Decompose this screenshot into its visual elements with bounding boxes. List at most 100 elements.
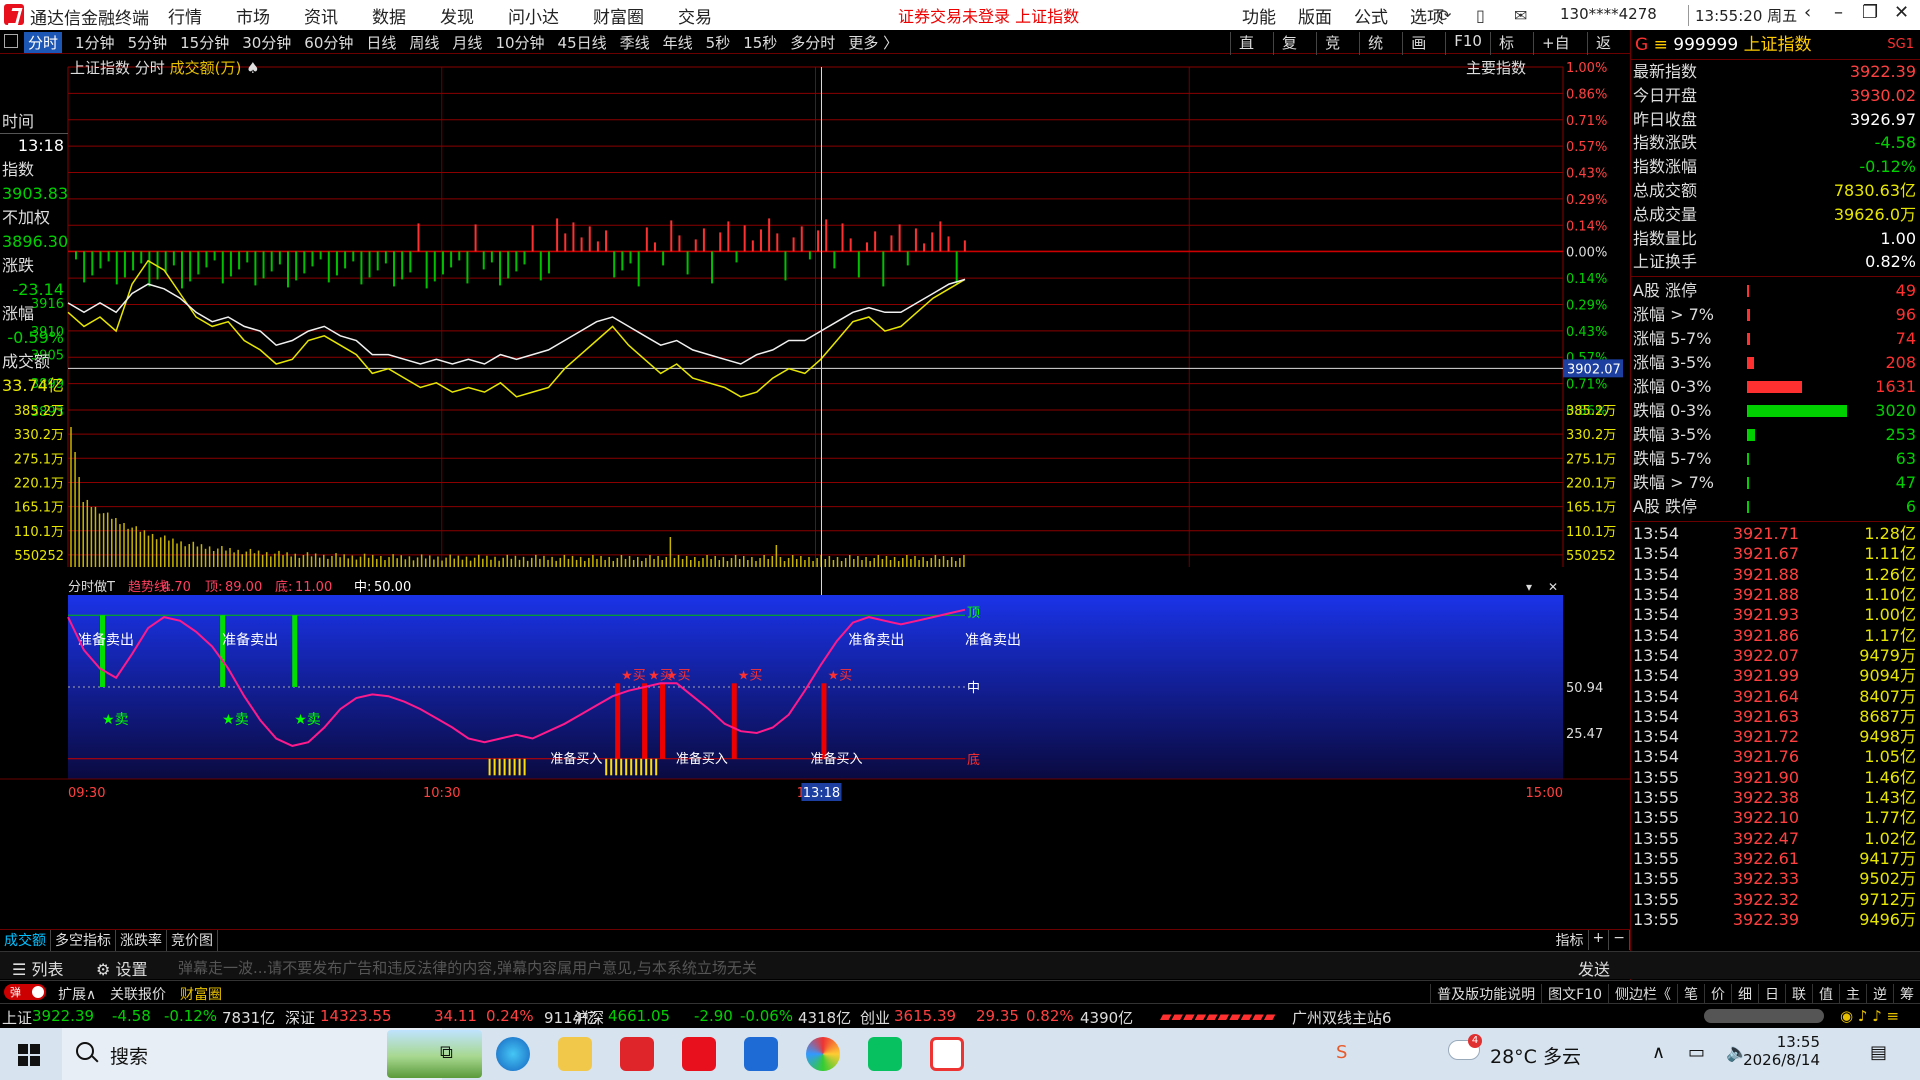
edge-icon[interactable] [496, 1037, 530, 1071]
tick-row[interactable]: 13:55 3922.33 9502万 [1631, 869, 1920, 889]
period-tab[interactable]: 年线 [663, 32, 693, 53]
footer-link[interactable]: 普及版功能说明 [1430, 984, 1541, 1004]
menu-item-quotes[interactable]: 行情 [168, 3, 202, 28]
menu-item-function[interactable]: 功能 [1242, 3, 1276, 28]
windows-start-icon[interactable] [18, 1044, 40, 1066]
tick-row[interactable]: 13:54 3921.88 1.10亿 [1631, 585, 1920, 605]
tick-row[interactable]: 13:55 3921.90 1.46亿 [1631, 768, 1920, 788]
footer-link[interactable]: 筹 [1893, 984, 1920, 1004]
period-tab[interactable]: 45日线 [558, 32, 607, 53]
tick-row[interactable]: 13:54 3921.64 8407万 [1631, 687, 1920, 707]
taskbar-search[interactable]: 搜索 [62, 1028, 482, 1080]
tick-row[interactable]: 13:54 3921.93 1.00亿 [1631, 605, 1920, 625]
tick-row[interactable]: 13:54 3921.63 8687万 [1631, 707, 1920, 727]
menu-item-wealth[interactable]: 财富圈 [593, 3, 644, 28]
back-icon[interactable]: ‹ [1804, 2, 1811, 23]
period-tab[interactable]: 1分钟 [75, 32, 115, 53]
tdx-app-icon[interactable] [682, 1037, 716, 1071]
period-tab[interactable]: 日线 [366, 32, 396, 53]
footer-link[interactable]: 值 [1812, 984, 1839, 1004]
input-method-icon[interactable]: S [1336, 1042, 1347, 1063]
wealth-circle-button[interactable]: 财富圈 [180, 984, 222, 1004]
taskbar-clock[interactable]: 13:55 2026/8/14 [1740, 1033, 1820, 1069]
intraday-chart-svg[interactable]: 1.00% 0.86% 0.71% 0.57% 0.43% 0.29% 0.14% 0.00%… [0, 55, 1630, 925]
footer-link[interactable]: 笔 [1677, 984, 1704, 1004]
period-tab[interactable]: 更多 〉 [848, 32, 898, 53]
meeting-app-icon[interactable] [744, 1037, 778, 1071]
period-tab[interactable]: 分时 [24, 32, 63, 53]
tick-list[interactable]: 13:54 3921.71 1.28亿 13:54 3921.67 1.11亿 13:54 3… [1631, 522, 1920, 930]
menu-item-discover[interactable]: 发现 [440, 3, 474, 28]
period-tab[interactable]: 30分钟 [242, 32, 291, 53]
menu-item-news[interactable]: 资讯 [304, 3, 338, 28]
notifications-icon[interactable]: ▤ [1870, 1042, 1887, 1063]
danmaku-input[interactable]: 弹幕走一波...请不要发布广告和违反法律的内容,弹幕内容属用户意见,与本系统立场… [178, 957, 757, 978]
tick-row[interactable]: 13:54 3921.86 1.17亿 [1631, 626, 1920, 646]
chart-metric[interactable]: 成交额(万) [170, 59, 242, 77]
wechat-icon[interactable] [868, 1037, 902, 1071]
tick-row[interactable]: 13:54 3921.88 1.26亿 [1631, 565, 1920, 585]
period-tab[interactable]: 多分时 [790, 32, 835, 53]
menu-item-market[interactable]: 市场 [236, 3, 270, 28]
period-tab[interactable]: 周线 [409, 32, 439, 53]
expand-button[interactable]: 扩展∧ [58, 984, 96, 1004]
tick-row[interactable]: 13:55 3922.32 9712万 [1631, 890, 1920, 910]
stock-app-icon[interactable] [620, 1037, 654, 1071]
tick-row[interactable]: 13:55 3922.47 1.02亿 [1631, 829, 1920, 849]
chart-area[interactable]: 1.00% 0.86% 0.71% 0.57% 0.43% 0.29% 0.14% 0.00%… [0, 55, 1630, 925]
footer-link[interactable]: 日 [1758, 984, 1785, 1004]
tab-long-short[interactable]: 多空指标 [51, 930, 116, 951]
mail-icon[interactable]: ✉ [1514, 6, 1527, 25]
tick-row[interactable]: 13:54 3921.71 1.28亿 [1631, 524, 1920, 544]
minimize-icon[interactable]: – [1834, 2, 1843, 23]
period-tab[interactable]: 5秒 [706, 32, 731, 53]
file-explorer-icon[interactable] [558, 1037, 592, 1071]
user-account[interactable]: 130****4278 [1560, 5, 1657, 23]
footer-link[interactable]: 逆 [1866, 984, 1893, 1004]
tray-chevron-icon[interactable]: ∧ [1652, 1042, 1665, 1063]
footer-link[interactable]: 侧边栏《 [1608, 984, 1677, 1004]
tick-row[interactable]: 13:55 3922.10 1.77亿 [1631, 808, 1920, 828]
tab-adv-decline[interactable]: 涨跌率 [116, 930, 167, 951]
menu-item-layout[interactable]: 版面 [1298, 3, 1332, 28]
menu-item-formula[interactable]: 公式 [1354, 3, 1388, 28]
weather-widget[interactable]: 4 28°C 多云 [1448, 1034, 1581, 1069]
tick-row[interactable]: 13:54 3922.07 9479万 [1631, 646, 1920, 666]
related-quotes-button[interactable]: 关联报价 [110, 984, 166, 1004]
period-tab[interactable]: 季线 [620, 32, 650, 53]
settings-button[interactable]: ⚙ 设置 [96, 956, 147, 980]
phone-icon[interactable]: ▯ [1476, 6, 1485, 25]
tick-row[interactable]: 13:54 3921.67 1.11亿 [1631, 544, 1920, 564]
panel-toggle-icon[interactable] [4, 34, 18, 48]
menu-item-trade[interactable]: 交易 [678, 3, 712, 28]
photos-app-icon[interactable] [806, 1037, 840, 1071]
tick-row[interactable]: 13:55 3922.39 9496万 [1631, 910, 1920, 930]
footer-link[interactable]: 细 [1731, 984, 1758, 1004]
period-tab[interactable]: 月线 [452, 32, 482, 53]
menu-item-ask[interactable]: 问小达 [508, 3, 559, 28]
footer-link[interactable]: 联 [1785, 984, 1812, 1004]
menu-item-data[interactable]: 数据 [372, 3, 406, 28]
indicator-button[interactable]: 指标 [1552, 930, 1589, 950]
tick-row[interactable]: 13:54 3921.76 1.05亿 [1631, 747, 1920, 767]
footer-link[interactable]: 价 [1704, 984, 1731, 1004]
close-icon[interactable]: ✕ [1894, 2, 1909, 23]
period-tab[interactable]: 60分钟 [304, 32, 353, 53]
battery-icon[interactable]: ▭ [1688, 1042, 1705, 1063]
status-icons[interactable]: ◉ ♪ ♪ ≡ [1840, 1007, 1899, 1025]
danmaku-toggle[interactable]: 弹 [4, 984, 46, 1000]
period-tab[interactable]: 5分钟 [128, 32, 168, 53]
add-indicator-button[interactable]: + [1589, 930, 1610, 950]
tick-row[interactable]: 13:54 3921.72 9498万 [1631, 727, 1920, 747]
period-tab[interactable]: 10分钟 [495, 32, 544, 53]
maximize-icon[interactable]: ❐ [1862, 2, 1878, 23]
metric-sort-icon[interactable]: ♠ [246, 59, 259, 77]
task-view-icon[interactable]: ⧉ [440, 1042, 453, 1063]
tab-amount[interactable]: 成交额 [0, 930, 51, 951]
remove-indicator-button[interactable]: − [1609, 930, 1630, 950]
menu-icon[interactable]: ≡ [1654, 35, 1674, 55]
tab-auction[interactable]: 竞价图 [167, 930, 218, 951]
login-warning[interactable]: 证券交易未登录 上证指数 [898, 3, 1079, 27]
server-name[interactable]: 广州双线主站6 [1292, 1007, 1392, 1028]
ticker-scroll[interactable] [1704, 1009, 1824, 1023]
